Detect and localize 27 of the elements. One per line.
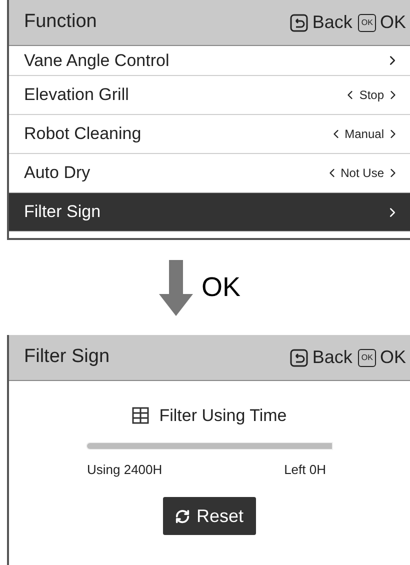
menu-item-label: Vane Angle Control bbox=[24, 50, 170, 72]
option-value: Stop bbox=[359, 87, 384, 104]
option-value: Manual bbox=[344, 126, 384, 143]
menu-item-label: Filter Sign bbox=[24, 201, 101, 224]
back-icon bbox=[290, 348, 308, 366]
filter-heading: Filter Using Time bbox=[159, 405, 287, 427]
screen-title: Filter Sign bbox=[24, 345, 110, 370]
reset-button[interactable]: Reset bbox=[163, 497, 256, 535]
using-time: Using 2400H bbox=[87, 460, 162, 479]
transition-label: OK bbox=[201, 271, 240, 304]
screen-title: Function bbox=[24, 10, 97, 34]
ok-key: OK bbox=[358, 14, 376, 32]
option-value: Not Use bbox=[340, 165, 384, 182]
down-arrow-icon bbox=[159, 260, 194, 316]
back-icon bbox=[290, 14, 308, 32]
ok-button[interactable]: OK OK bbox=[358, 9, 406, 36]
menu-item-label: Elevation Grill bbox=[24, 84, 129, 106]
menu-item[interactable]: Filter Sign bbox=[9, 193, 410, 232]
ok-key: OK bbox=[358, 348, 376, 366]
ok-button[interactable]: OK OK bbox=[358, 344, 406, 371]
left-time: Left 0H bbox=[284, 460, 326, 478]
filter-icon bbox=[132, 407, 150, 424]
back-button[interactable]: Back bbox=[290, 9, 352, 36]
back-button[interactable]: Back bbox=[290, 344, 352, 371]
refresh-icon bbox=[175, 508, 190, 524]
menu-item-label: Auto Dry bbox=[24, 162, 90, 184]
menu-item-label: Robot Cleaning bbox=[24, 123, 142, 146]
